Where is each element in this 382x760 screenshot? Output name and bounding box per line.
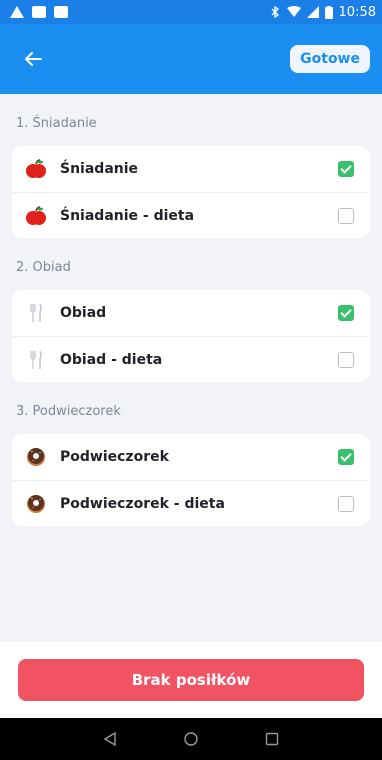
triangle-back-icon <box>103 732 117 746</box>
nav-recents-button[interactable] <box>263 730 281 748</box>
arrow-left-icon <box>25 52 42 66</box>
meal-row[interactable]: Podwieczorek - dieta <box>12 480 370 526</box>
meal-label: Śniadanie - dieta <box>60 207 195 224</box>
apple-icon <box>24 157 48 181</box>
meal-checkbox[interactable] <box>338 305 354 321</box>
apple-icon <box>24 204 48 228</box>
meal-checkbox[interactable] <box>338 495 354 512</box>
meal-checkbox[interactable] <box>338 161 354 177</box>
back-button[interactable] <box>24 45 52 73</box>
meal-row[interactable]: Obiad <box>12 290 370 336</box>
meal-label: Obiad - dieta <box>60 351 163 368</box>
circle-home-icon <box>184 732 198 746</box>
video-icon <box>54 6 68 18</box>
section-card: Podwieczorek Podwieczorek - dieta <box>12 434 370 526</box>
meal-row[interactable]: Śniadanie - dieta <box>12 192 370 238</box>
section-title: 3. Podwieczorek <box>16 404 121 419</box>
battery-icon <box>324 5 333 19</box>
meal-label: Podwieczorek <box>60 449 169 465</box>
bluetooth-icon <box>271 6 279 18</box>
section-card: Śniadanie Śniadanie - dieta <box>12 146 370 238</box>
status-notifications <box>10 6 68 18</box>
nav-back-button[interactable] <box>101 730 119 748</box>
meal-label: Obiad <box>60 305 107 321</box>
fork-knife-icon <box>24 301 48 325</box>
donut-icon <box>24 445 48 469</box>
meal-checkbox[interactable] <box>338 351 354 368</box>
section-title: 2. Obiad <box>16 260 71 275</box>
image-icon <box>32 6 46 18</box>
status-bar: 10:58 <box>0 0 382 24</box>
status-time: 10:58 <box>338 4 376 20</box>
square-recents-icon <box>265 732 278 746</box>
wifi-icon <box>286 6 301 17</box>
bottom-bar: Brak posiłków <box>0 642 382 718</box>
no-meals-button[interactable]: Brak posiłków <box>18 659 364 701</box>
meal-list: 1. Śniadanie Śniadanie Śniadanie - dieta… <box>0 94 382 642</box>
app-bar: Gotowe <box>0 24 382 94</box>
meal-row[interactable]: Obiad - dieta <box>12 336 370 382</box>
section-card: Obiad Obiad - dieta <box>12 290 370 382</box>
meal-row[interactable]: Podwieczorek <box>12 434 370 480</box>
warning-icon <box>10 6 24 18</box>
nav-home-button[interactable] <box>182 730 200 748</box>
donut-icon <box>24 492 48 516</box>
signal-icon <box>306 6 319 18</box>
status-system: 10:58 <box>269 5 376 20</box>
meal-row[interactable]: Śniadanie <box>12 146 370 192</box>
meal-label: Śniadanie <box>60 161 139 177</box>
meal-checkbox[interactable] <box>338 449 354 465</box>
fork-knife-icon <box>24 348 48 372</box>
done-button[interactable]: Gotowe <box>290 45 370 73</box>
system-nav-bar <box>0 718 382 760</box>
meal-checkbox[interactable] <box>338 207 354 224</box>
section-title: 1. Śniadanie <box>16 116 97 131</box>
meal-label: Podwieczorek - dieta <box>60 495 225 512</box>
